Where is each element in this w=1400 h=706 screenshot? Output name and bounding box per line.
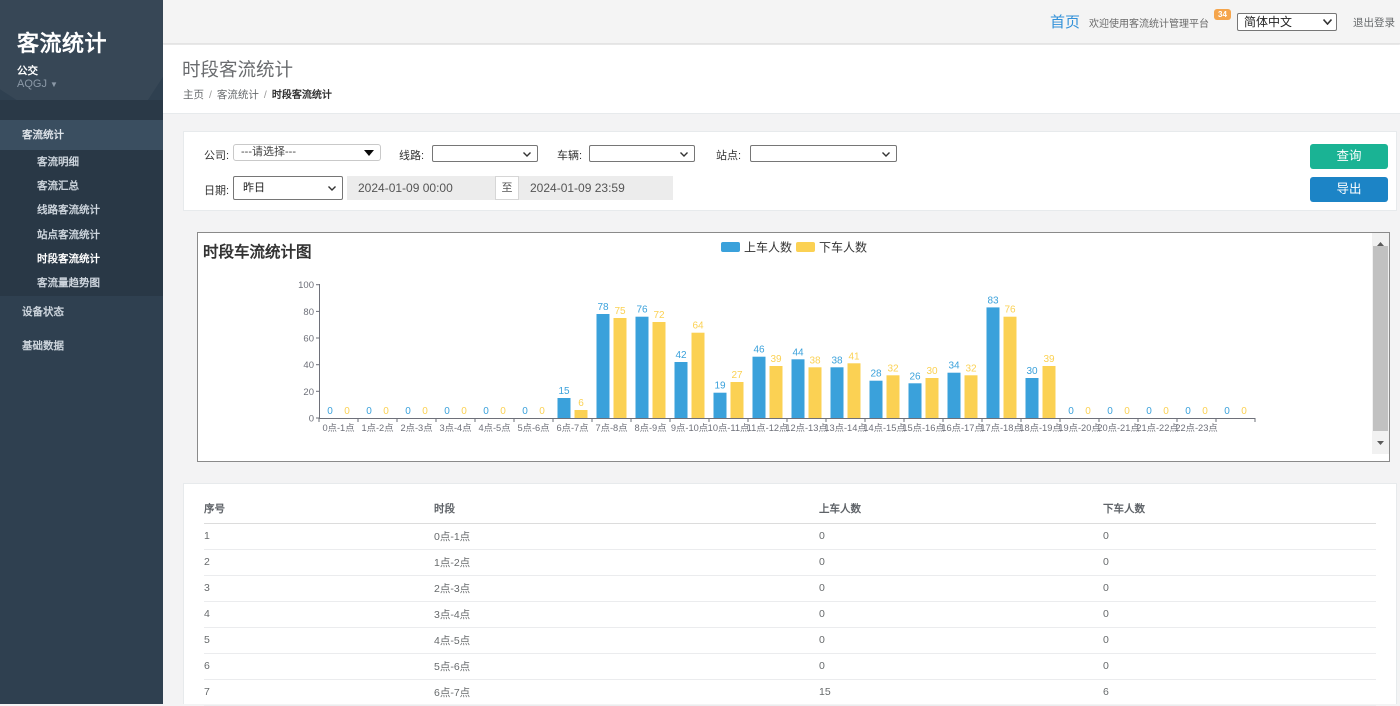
svg-text:15点-16点: 15点-16点 (902, 423, 944, 433)
svg-text:2点-3点: 2点-3点 (400, 423, 432, 433)
svg-text:30: 30 (926, 366, 938, 377)
svg-text:9点-10点: 9点-10点 (671, 423, 708, 433)
svg-text:32: 32 (887, 363, 899, 374)
svg-text:20: 20 (303, 387, 314, 398)
svg-text:38: 38 (809, 355, 821, 366)
svg-text:4点-5点: 4点-5点 (478, 423, 510, 433)
svg-text:5点-6点: 5点-6点 (517, 423, 549, 433)
svg-text:6: 6 (578, 398, 584, 409)
svg-text:20点-21点: 20点-21点 (1097, 423, 1139, 433)
svg-text:76: 76 (636, 305, 648, 316)
svg-text:12点-13点: 12点-13点 (785, 423, 827, 433)
svg-text:0: 0 (422, 406, 428, 417)
svg-text:72: 72 (653, 310, 665, 321)
svg-text:78: 78 (597, 302, 609, 313)
svg-text:7点-8点: 7点-8点 (595, 423, 627, 433)
svg-text:18点-19点: 18点-19点 (1019, 423, 1061, 433)
svg-text:0: 0 (1224, 406, 1230, 417)
svg-text:39: 39 (770, 354, 782, 365)
svg-text:30: 30 (1026, 366, 1038, 377)
svg-text:19点-20点: 19点-20点 (1058, 423, 1100, 433)
svg-text:80: 80 (303, 307, 314, 318)
svg-text:0: 0 (366, 406, 372, 417)
svg-text:38: 38 (831, 355, 843, 366)
svg-text:6点-7点: 6点-7点 (556, 423, 588, 433)
svg-text:16点-17点: 16点-17点 (941, 423, 983, 433)
svg-text:0: 0 (1241, 406, 1247, 417)
svg-text:0: 0 (1202, 406, 1208, 417)
svg-text:0: 0 (539, 406, 545, 417)
svg-text:41: 41 (848, 351, 860, 362)
svg-text:100: 100 (298, 280, 314, 291)
svg-text:26: 26 (909, 371, 921, 382)
svg-text:0: 0 (483, 406, 489, 417)
svg-text:0: 0 (327, 406, 333, 417)
svg-text:60: 60 (303, 334, 314, 345)
svg-text:上车人数: 上车人数 (744, 240, 792, 255)
svg-text:0: 0 (309, 414, 314, 425)
svg-text:83: 83 (987, 295, 999, 306)
svg-text:19: 19 (714, 381, 726, 392)
svg-text:44: 44 (792, 347, 804, 358)
svg-text:3点-4点: 3点-4点 (439, 423, 471, 433)
svg-text:0: 0 (1124, 406, 1130, 417)
svg-text:下车人数: 下车人数 (819, 240, 867, 255)
svg-text:1点-2点: 1点-2点 (361, 423, 393, 433)
svg-text:27: 27 (731, 370, 743, 381)
svg-text:0: 0 (1068, 406, 1074, 417)
svg-text:46: 46 (753, 345, 765, 356)
svg-text:0: 0 (383, 406, 389, 417)
svg-text:21点-22点: 21点-22点 (1136, 423, 1178, 433)
svg-text:0: 0 (1163, 406, 1169, 417)
svg-text:0点-1点: 0点-1点 (322, 423, 354, 433)
svg-text:0: 0 (444, 406, 450, 417)
svg-text:0: 0 (522, 406, 528, 417)
svg-text:0: 0 (500, 406, 506, 417)
svg-text:32: 32 (965, 363, 977, 374)
svg-text:22点-23点: 22点-23点 (1175, 423, 1217, 433)
svg-text:0: 0 (461, 406, 467, 417)
svg-text:14点-15点: 14点-15点 (863, 423, 905, 433)
svg-text:76: 76 (1004, 305, 1016, 316)
svg-text:17点-18点: 17点-18点 (980, 423, 1022, 433)
svg-text:0: 0 (344, 406, 350, 417)
svg-text:13点-14点: 13点-14点 (824, 423, 866, 433)
svg-text:15: 15 (558, 386, 570, 397)
svg-text:8点-9点: 8点-9点 (634, 423, 666, 433)
svg-text:42: 42 (675, 350, 687, 361)
svg-text:0: 0 (1185, 406, 1191, 417)
svg-text:64: 64 (692, 321, 704, 332)
svg-text:0: 0 (1146, 406, 1152, 417)
svg-text:75: 75 (614, 306, 626, 317)
svg-text:11点-12点: 11点-12点 (747, 423, 789, 433)
svg-text:0: 0 (405, 406, 411, 417)
svg-text:40: 40 (303, 360, 314, 371)
svg-text:0: 0 (1107, 406, 1113, 417)
svg-text:10点-11点: 10点-11点 (708, 423, 750, 433)
svg-text:34: 34 (948, 361, 960, 372)
svg-text:0: 0 (1085, 406, 1091, 417)
svg-text:28: 28 (870, 369, 882, 380)
svg-text:39: 39 (1043, 354, 1055, 365)
